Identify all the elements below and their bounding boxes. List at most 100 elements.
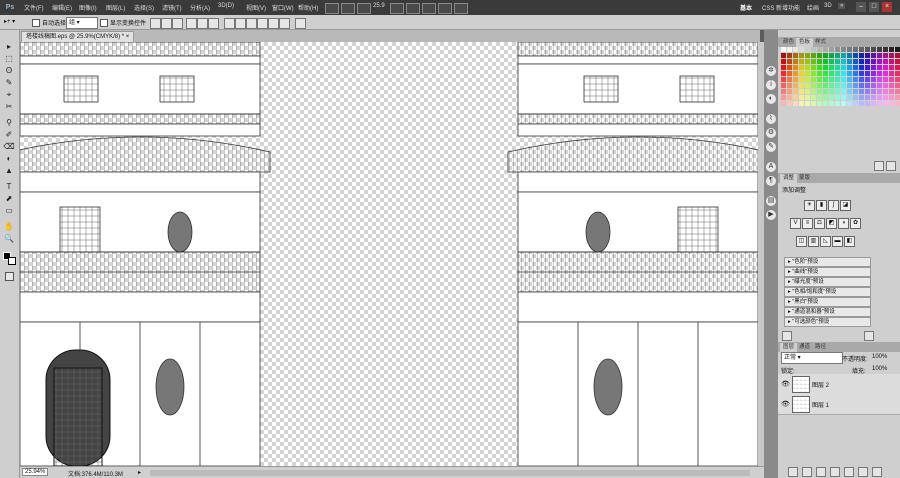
- color-swatch[interactable]: [895, 53, 900, 58]
- color-swatch[interactable]: [841, 71, 846, 76]
- preset-curves[interactable]: ▸ "曲线"预设: [784, 267, 871, 277]
- color-swatch[interactable]: [895, 71, 900, 76]
- tab-layers[interactable]: 图层: [780, 343, 798, 352]
- color-swatch[interactable]: [787, 65, 792, 70]
- color-swatch[interactable]: [877, 53, 882, 58]
- layer-comps-icon[interactable]: ▤: [766, 196, 776, 206]
- color-swatch[interactable]: [811, 89, 816, 94]
- color-swatch[interactable]: [805, 59, 810, 64]
- color-swatch[interactable]: [781, 47, 786, 52]
- color-swatch[interactable]: [883, 59, 888, 64]
- move-tool[interactable]: ▸: [3, 42, 15, 52]
- color-swatch[interactable]: [811, 95, 816, 100]
- zoom-level[interactable]: 25.9: [373, 3, 385, 9]
- color-swatch[interactable]: [883, 101, 888, 106]
- preset-channel-mixer[interactable]: ▸ "通道混和器"预设: [784, 307, 871, 317]
- color-swatch[interactable]: [877, 77, 882, 82]
- color-swatch[interactable]: [805, 95, 810, 100]
- color-swatch[interactable]: [859, 83, 864, 88]
- color-swatch[interactable]: [859, 101, 864, 106]
- color-swatch[interactable]: [889, 53, 894, 58]
- menu-layer[interactable]: 图层(L): [106, 3, 125, 12]
- color-swatch[interactable]: [841, 83, 846, 88]
- color-swatch[interactable]: [799, 53, 804, 58]
- color-swatch[interactable]: [853, 71, 858, 76]
- workspace-essentials[interactable]: 基本: [740, 3, 752, 12]
- color-swatch[interactable]: [835, 83, 840, 88]
- preset-levels[interactable]: ▸ "色阶"预设: [784, 257, 871, 267]
- color-swatch[interactable]: [853, 101, 858, 106]
- color-swatch[interactable]: [871, 47, 876, 52]
- delete-layer-icon[interactable]: [872, 467, 882, 477]
- exposure-icon[interactable]: ◪: [840, 200, 851, 211]
- guides-icon[interactable]: [357, 3, 371, 14]
- eyedropper-tool[interactable]: ⚲: [3, 118, 15, 128]
- maximize-button[interactable]: □: [869, 2, 879, 12]
- color-swatch[interactable]: [829, 95, 834, 100]
- color-swatch[interactable]: [889, 71, 894, 76]
- eraser-tool[interactable]: ⌫: [3, 142, 15, 152]
- color-swatch[interactable]: [793, 53, 798, 58]
- color-swatch[interactable]: [841, 65, 846, 70]
- color-swatch[interactable]: [841, 59, 846, 64]
- color-swatch[interactable]: [799, 89, 804, 94]
- color-swatch[interactable]: [823, 83, 828, 88]
- black-white-icon[interactable]: ◩: [826, 218, 837, 229]
- color-swatch[interactable]: [889, 65, 894, 70]
- status-menu-arrow-icon[interactable]: ▸: [138, 469, 141, 476]
- color-swatch[interactable]: [859, 47, 864, 52]
- color-swatch[interactable]: [865, 89, 870, 94]
- color-swatch[interactable]: [895, 101, 900, 106]
- color-swatch[interactable]: [781, 77, 786, 82]
- menu-help[interactable]: 帮助(H): [298, 3, 318, 12]
- move-tool-preset-icon[interactable]: ▸+ ▾: [4, 18, 15, 25]
- color-swatch[interactable]: [787, 101, 792, 106]
- color-swatch[interactable]: [805, 65, 810, 70]
- align-vcenter-icon[interactable]: [161, 18, 172, 29]
- color-swatch[interactable]: [787, 95, 792, 100]
- color-swatch[interactable]: [787, 77, 792, 82]
- color-swatch[interactable]: [823, 65, 828, 70]
- color-swatch[interactable]: [865, 47, 870, 52]
- history-icon[interactable]: ✲: [766, 66, 776, 76]
- color-swatch[interactable]: [841, 53, 846, 58]
- color-swatch[interactable]: [841, 47, 846, 52]
- lasso-tool[interactable]: ʘ: [3, 66, 15, 76]
- align-bottom-icon[interactable]: [172, 18, 183, 29]
- color-swatch[interactable]: [847, 101, 852, 106]
- color-swatch[interactable]: [799, 83, 804, 88]
- status-zoom-field[interactable]: 25.94%: [22, 468, 49, 476]
- color-swatch[interactable]: [835, 71, 840, 76]
- color-swatch[interactable]: [883, 77, 888, 82]
- color-swatch[interactable]: [877, 65, 882, 70]
- color-swatch[interactable]: [781, 71, 786, 76]
- distribute-left-icon[interactable]: [257, 18, 268, 29]
- workspace-css[interactable]: CSS 新增功能: [762, 3, 800, 12]
- tool-presets-icon[interactable]: ✎: [766, 142, 776, 152]
- color-swatch[interactable]: [781, 101, 786, 106]
- menu-3d[interactable]: 3D(D): [218, 3, 234, 9]
- color-swatch[interactable]: [853, 77, 858, 82]
- actions-icon[interactable]: ▶: [766, 210, 776, 220]
- color-swatch[interactable]: [877, 89, 882, 94]
- adjustment-panel-menu-icon[interactable]: [864, 331, 874, 341]
- hand-tool-icon[interactable]: [390, 3, 404, 14]
- menu-analysis[interactable]: 分析(A): [190, 3, 210, 12]
- color-swatch[interactable]: [865, 95, 870, 100]
- clone-source-icon[interactable]: ⚙: [766, 128, 776, 138]
- align-left-icon[interactable]: [186, 18, 197, 29]
- tab-paths[interactable]: 路径: [812, 343, 829, 352]
- color-swatch[interactable]: [865, 101, 870, 106]
- color-swatch[interactable]: [847, 59, 852, 64]
- type-tool[interactable]: T: [3, 182, 15, 192]
- color-swatch[interactable]: [835, 59, 840, 64]
- dodge-tool[interactable]: ◐: [3, 154, 15, 164]
- delete-swatch-icon[interactable]: [886, 161, 896, 171]
- align-right-icon[interactable]: [208, 18, 219, 29]
- color-swatch[interactable]: [787, 59, 792, 64]
- color-swatch[interactable]: [793, 71, 798, 76]
- color-swatch[interactable]: [829, 71, 834, 76]
- color-swatch[interactable]: [883, 47, 888, 52]
- fill-value[interactable]: 100%: [872, 366, 887, 372]
- color-swatch[interactable]: [793, 77, 798, 82]
